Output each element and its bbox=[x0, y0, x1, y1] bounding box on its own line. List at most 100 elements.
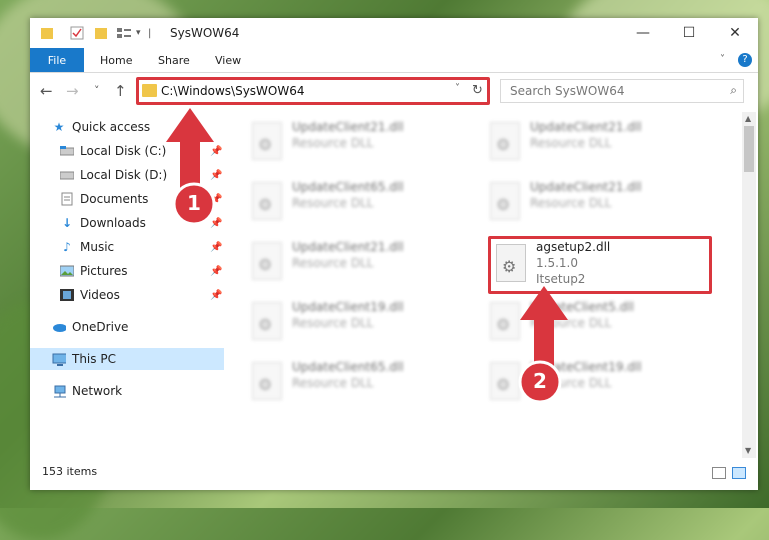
file-description: Resource DLL bbox=[292, 376, 374, 390]
help-icon[interactable]: ? bbox=[738, 53, 752, 67]
forward-arrow-icon[interactable]: → bbox=[66, 82, 79, 100]
film-icon bbox=[60, 288, 74, 302]
up-arrow-icon[interactable]: ↑ bbox=[114, 82, 127, 100]
documents-icon bbox=[60, 192, 74, 206]
scroll-down-icon[interactable]: ▼ bbox=[745, 446, 751, 455]
new-folder-icon[interactable] bbox=[94, 25, 108, 41]
cloud-icon bbox=[52, 320, 66, 334]
pictures-icon bbox=[60, 264, 74, 278]
gear-icon: ⚙ bbox=[258, 375, 273, 394]
sidebar-item-label: Downloads bbox=[80, 216, 146, 230]
file-name: UpdateClient21.dll bbox=[292, 240, 404, 254]
list-item[interactable]: ⚙ UpdateClient21.dll Resource DLL bbox=[246, 116, 456, 166]
list-item[interactable]: ⚙ UpdateClient19.dll Resource DLL bbox=[246, 296, 456, 346]
vertical-scrollbar[interactable]: ▲ ▼ bbox=[742, 112, 756, 458]
dll-file-icon: ⚙ bbox=[490, 182, 520, 220]
sidebar-item-label: Pictures bbox=[80, 264, 128, 278]
maximize-button[interactable]: ☐ bbox=[666, 18, 712, 48]
file-name: UpdateClient21.dll bbox=[530, 120, 642, 134]
sidebar-item-pictures[interactable]: Pictures 📌 bbox=[60, 260, 224, 282]
file-description: Resource DLL bbox=[292, 136, 374, 150]
customize-toolbar-icon[interactable]: ▾ bbox=[136, 25, 141, 41]
item-count: 153 items bbox=[42, 465, 98, 478]
back-arrow-icon[interactable]: ← bbox=[40, 82, 53, 100]
step-number-1: 1 bbox=[187, 191, 201, 215]
gear-icon: ⚙ bbox=[496, 195, 511, 214]
file-name: UpdateClient65.dll bbox=[292, 360, 404, 374]
folder-icon bbox=[40, 25, 54, 41]
dll-file-icon: ⚙ bbox=[490, 122, 520, 160]
sidebar-item-label: Documents bbox=[80, 192, 149, 206]
list-item[interactable]: ⚙ UpdateClient65.dll Resource DLL bbox=[246, 356, 456, 406]
file-name: UpdateClient19.dll bbox=[292, 300, 404, 314]
file-list: ⚙ UpdateClient21.dll Resource DLL ⚙ Upda… bbox=[226, 112, 740, 460]
sidebar-item-network[interactable]: Network bbox=[52, 380, 246, 402]
drive-icon bbox=[60, 144, 74, 158]
sidebar-item-label: This PC bbox=[72, 352, 116, 366]
navigation-bar: ← → ˅ ↑ C:\Windows\SysWOW64 ˅ ↻ Search S… bbox=[30, 73, 758, 109]
list-item[interactable]: ⚙ UpdateClient65.dll Resource DLL bbox=[246, 176, 456, 226]
sidebar-item-videos[interactable]: Videos 📌 bbox=[60, 284, 224, 306]
dll-file-icon: ⚙ bbox=[252, 362, 282, 400]
sidebar-item-label: Videos bbox=[80, 288, 120, 302]
monitor-icon bbox=[52, 352, 66, 366]
gear-icon: ⚙ bbox=[496, 135, 511, 154]
tab-share[interactable]: Share bbox=[158, 54, 190, 67]
status-bar: 153 items bbox=[30, 462, 758, 490]
gear-icon: ⚙ bbox=[258, 135, 273, 154]
file-description: Resource DLL bbox=[530, 196, 612, 210]
window-title: SysWOW64 bbox=[170, 26, 240, 40]
minimize-button[interactable]: — bbox=[620, 18, 666, 48]
search-icon[interactable]: ⌕ bbox=[730, 83, 737, 98]
explorer-window: ▾ | SysWOW64 — ☐ ✕ File Home Share View … bbox=[30, 18, 758, 490]
sidebar-item-onedrive[interactable]: OneDrive bbox=[52, 316, 246, 338]
dll-file-icon: ⚙ bbox=[252, 122, 282, 160]
gear-icon: ⚙ bbox=[258, 255, 273, 274]
scrollbar-thumb[interactable] bbox=[744, 126, 754, 172]
close-button[interactable]: ✕ bbox=[712, 18, 758, 48]
dll-file-icon: ⚙ bbox=[252, 302, 282, 340]
dll-file-icon: ⚙ bbox=[252, 182, 282, 220]
list-item[interactable]: ⚙ UpdateClient21.dll Resource DLL bbox=[484, 176, 694, 226]
gear-icon: ⚙ bbox=[258, 315, 273, 334]
tab-home[interactable]: Home bbox=[100, 54, 132, 67]
list-item[interactable]: ⚙ UpdateClient21.dll Resource DLL bbox=[484, 116, 694, 166]
star-icon: ★ bbox=[53, 120, 65, 134]
tab-view[interactable]: View bbox=[215, 54, 241, 67]
details-view-icon[interactable] bbox=[712, 467, 726, 479]
gear-icon: ⚙ bbox=[258, 195, 273, 214]
properties-icon[interactable] bbox=[70, 25, 84, 41]
file-name: UpdateClient65.dll bbox=[292, 180, 404, 194]
large-icons-view-icon[interactable] bbox=[732, 467, 746, 479]
pin-icon[interactable]: 📌 bbox=[210, 266, 222, 277]
pin-icon[interactable]: 📌 bbox=[210, 242, 222, 253]
file-description: Resource DLL bbox=[292, 256, 374, 270]
file-description: Resource DLL bbox=[292, 316, 374, 330]
network-icon bbox=[52, 384, 66, 398]
file-description: Resource DLL bbox=[530, 136, 612, 150]
drive-icon bbox=[60, 168, 74, 182]
list-item[interactable]: ⚙ UpdateClient21.dll Resource DLL bbox=[246, 236, 456, 286]
address-highlight-box bbox=[136, 77, 490, 105]
sidebar-item-label: OneDrive bbox=[72, 320, 129, 334]
dll-file-icon: ⚙ bbox=[252, 242, 282, 280]
sidebar-item-label: Network bbox=[72, 384, 123, 398]
tab-file[interactable]: File bbox=[30, 48, 84, 72]
ribbon-expand-icon[interactable]: ˅ bbox=[720, 54, 725, 65]
music-note-icon: ♪ bbox=[63, 240, 71, 254]
file-name: UpdateClient21.dll bbox=[292, 120, 404, 134]
file-name: UpdateClient21.dll bbox=[530, 180, 642, 194]
file-description: Resource DLL bbox=[292, 196, 374, 210]
scroll-up-icon[interactable]: ▲ bbox=[745, 114, 751, 123]
download-arrow-icon: ↓ bbox=[61, 216, 73, 230]
search-box[interactable]: Search SysWOW64 ⌕ bbox=[500, 79, 744, 103]
toolbar-separator: | bbox=[148, 27, 152, 39]
view-options-icon[interactable] bbox=[116, 25, 132, 41]
step-number-2: 2 bbox=[533, 369, 547, 393]
sidebar-item-label: Quick access bbox=[72, 120, 151, 134]
recent-locations-icon[interactable]: ˅ bbox=[94, 84, 100, 97]
sidebar-item-music[interactable]: ♪ Music 📌 bbox=[60, 236, 224, 258]
search-placeholder[interactable]: Search SysWOW64 bbox=[510, 84, 624, 98]
sidebar-item-this-pc[interactable]: This PC bbox=[30, 348, 224, 370]
pin-icon[interactable]: 📌 bbox=[210, 290, 222, 301]
